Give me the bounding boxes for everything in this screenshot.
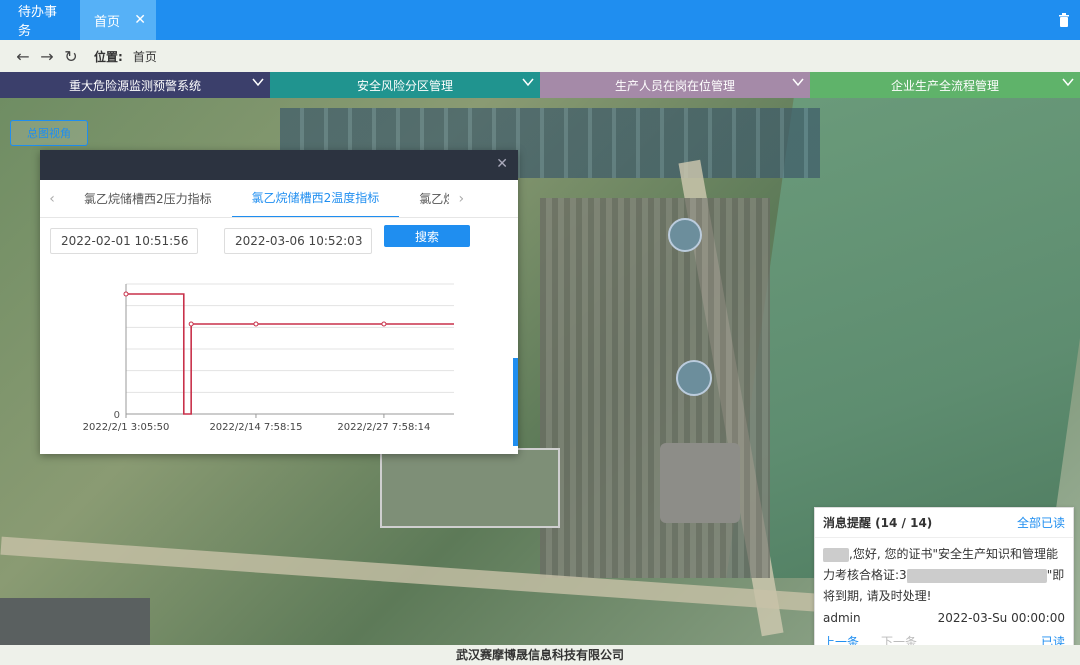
x-tick-label: 2022/2/1 3:05:50 (83, 422, 170, 433)
overview-view-button[interactable]: 总图视角 (10, 120, 88, 146)
chevron-down-icon (1062, 78, 1074, 87)
notification-popup: 消息提醒 (14 / 14) 全部已读 xx ,您好, 您的证书"安全生产知识和管… (814, 507, 1074, 663)
tab-todo[interactable]: 待办事务 (0, 0, 80, 40)
masked-name: xx (823, 547, 849, 565)
forward-arrow-icon[interactable]: → (40, 47, 54, 66)
notification-header: 消息提醒 (14 / 14) 全部已读 (815, 508, 1073, 538)
module-menu-bar: 重大危险源监测预警系统 安全风险分区管理 生产人员在岗在位管理 企业生产全流程管… (0, 72, 1080, 98)
indicator-panel: ✕ ‹ 氯乙烷储槽西2压力指标 氯乙烷储槽西2温度指标 氯乙烷 › 2022-0… (40, 150, 518, 454)
menu-staff-on-duty[interactable]: 生产人员在岗在位管理 (540, 72, 810, 98)
chevron-down-icon (522, 78, 534, 87)
storage-tank[interactable] (668, 218, 702, 252)
tab-pressure-indicator[interactable]: 氯乙烷储槽西2压力指标 (64, 180, 232, 217)
x-tick-label: 2022/2/14 7:58:15 (209, 422, 302, 433)
mark-all-read-link[interactable]: 全部已读 (1017, 514, 1065, 531)
storage-tank[interactable] (676, 360, 712, 396)
trash-icon[interactable] (1058, 13, 1070, 27)
time-filters: 2022-02-01 10:51:56 2022-03-06 10:52:03 … (40, 218, 518, 264)
chevron-down-icon (792, 78, 804, 87)
menu-label: 重大危险源监测预警系统 (68, 78, 201, 93)
data-point (381, 321, 387, 327)
menu-production-process[interactable]: 企业生产全流程管理 (810, 72, 1080, 98)
notification-time: 2022-03-Su 00:00:00 (937, 611, 1065, 625)
menu-label: 企业生产全流程管理 (890, 78, 999, 93)
menu-label: 生产人员在岗在位管理 (614, 78, 735, 93)
scrollbar[interactable] (513, 358, 518, 446)
notification-title: 消息提醒 (14 / 14) (823, 516, 933, 530)
search-button[interactable]: 搜索 (384, 225, 470, 247)
data-point (253, 321, 259, 327)
start-time-input[interactable]: 2022-02-01 10:51:56 (50, 228, 198, 254)
tab-todo-label: 待办事务 (18, 5, 58, 39)
top-tab-bar: 待办事务 首页 ✕ (0, 0, 1080, 40)
menu-risk-zoning[interactable]: 安全风险分区管理 (270, 72, 540, 98)
y-tick-label: 0 (114, 410, 120, 421)
menu-hazard-monitoring[interactable]: 重大危险源监测预警系统 (0, 72, 270, 98)
close-icon[interactable]: ✕ (496, 156, 508, 172)
temperature-line-chart: 02022/2/1 3:05:50 2022/2/14 7:58:15 2022/2… (83, 283, 454, 433)
location-value: 首页 (132, 49, 157, 64)
chevron-left-icon[interactable]: ‹ (40, 191, 64, 207)
tab-temperature-indicator[interactable]: 氯乙烷储槽西2温度指标 (231, 180, 400, 217)
end-time-input[interactable]: 2022-03-06 10:52:03 (224, 228, 372, 254)
menu-label: 安全风险分区管理 (356, 78, 453, 93)
close-icon[interactable]: ✕ (134, 12, 146, 28)
panel-header: ✕ (40, 150, 518, 180)
tab-home-label: 首页 (94, 14, 121, 30)
indicator-tabs: ‹ 氯乙烷储槽西2压力指标 氯乙烷储槽西2温度指标 氯乙烷 › (40, 180, 518, 218)
data-point (123, 291, 129, 297)
chevron-down-icon (252, 78, 264, 87)
location-label: 位置: (94, 49, 123, 64)
data-point (188, 321, 194, 327)
chevron-right-icon[interactable]: › (449, 191, 473, 207)
masked-cert-number: x (906, 568, 1047, 586)
notification-user: admin (823, 611, 861, 625)
refresh-icon[interactable]: ↻ (64, 47, 78, 66)
temperature-series-line (126, 293, 454, 415)
footer-company: 武汉赛摩博晟信息科技有限公司 (0, 645, 1080, 665)
back-arrow-icon[interactable]: ← (16, 47, 30, 66)
warehouse-building[interactable] (380, 448, 560, 528)
address-bar: ← → ↻ 位置: 首页 (0, 40, 1080, 72)
x-tick-label: 2022/2/27 7:58:14 (337, 422, 430, 433)
notification-body: xx ,您好, 您的证书"安全生产知识和管理能力考核合格证:3x "即将到期, 请及… (815, 538, 1073, 607)
cooling-tower[interactable] (660, 443, 740, 523)
notification-meta: admin 2022-03-Su 00:00:00 (815, 607, 1073, 625)
tab-next-indicator[interactable]: 氯乙烷 (399, 180, 449, 217)
tab-home[interactable]: 首页 ✕ (80, 0, 156, 40)
building (0, 598, 150, 645)
